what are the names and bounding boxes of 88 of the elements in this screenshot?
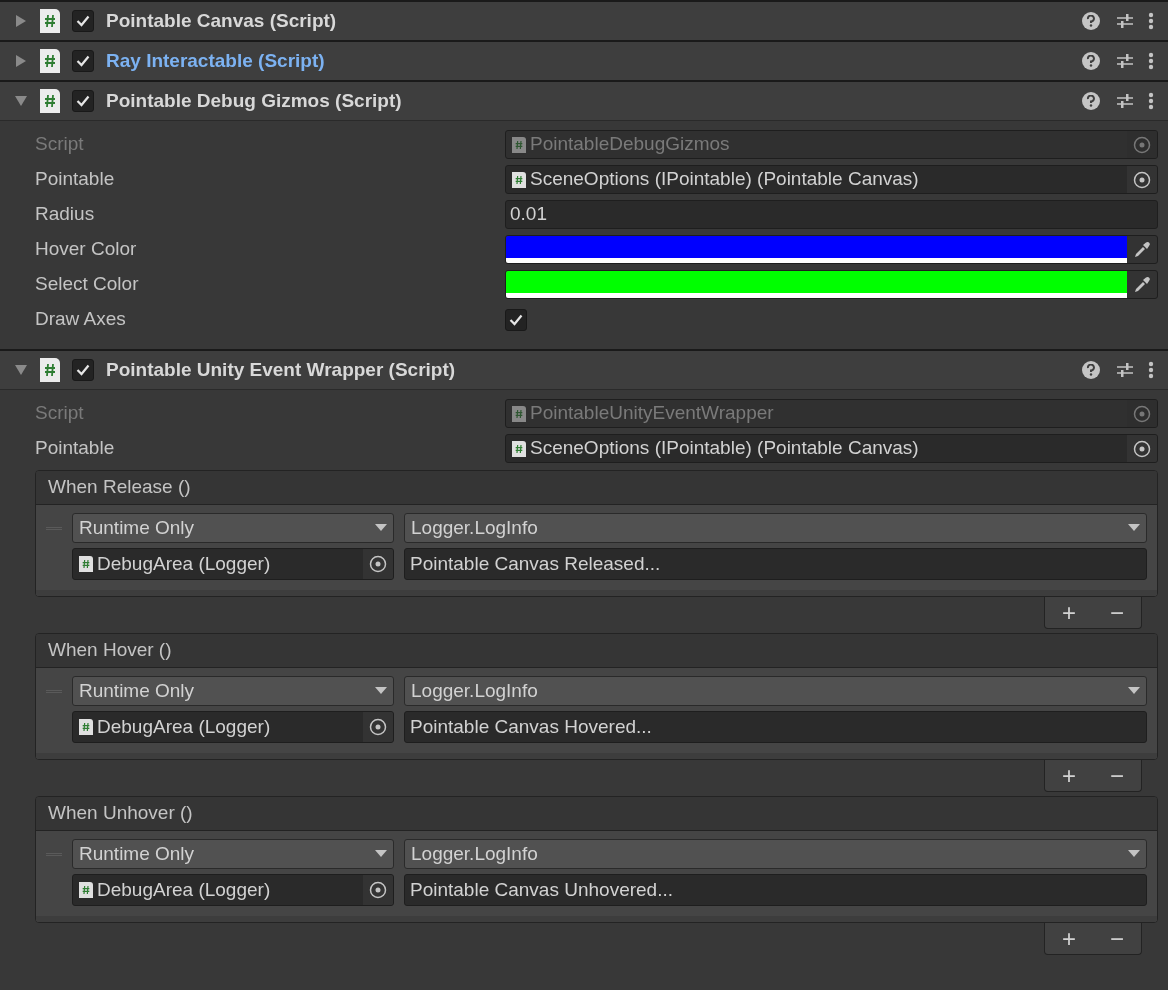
dropdown[interactable]: Runtime Only: [72, 676, 394, 706]
component-title[interactable]: Pointable Debug Gizmos (Script): [106, 86, 402, 116]
checkmark-icon: [76, 364, 90, 376]
caret-icon: [375, 850, 387, 858]
collapse-arrow-icon[interactable]: [12, 363, 30, 377]
object-field[interactable]: DebugArea (Logger): [72, 548, 394, 580]
more-options-icon[interactable]: [1148, 12, 1154, 30]
field-label: Script: [35, 401, 85, 426]
object-field-value: DebugArea (Logger): [97, 877, 272, 902]
component-title[interactable]: Ray Interactable (Script): [106, 46, 325, 76]
script-file-icon: [512, 171, 526, 188]
component-title[interactable]: Pointable Canvas (Script): [106, 6, 337, 36]
script-file-icon: [512, 136, 526, 153]
help-icon[interactable]: [1082, 92, 1100, 110]
presets-sliders-icon[interactable]: [1116, 52, 1134, 70]
caret-icon: [375, 687, 387, 695]
object-field-value: SceneOptions (IPointable) (Pointable Canvas): [530, 436, 920, 461]
script-file-icon: [79, 882, 93, 898]
event-title: When Release (): [36, 471, 1157, 505]
object-field-value: DebugArea (Logger): [97, 551, 272, 576]
object-field-value: PointableUnityEventWrapper: [530, 401, 775, 426]
text-field[interactable]: Pointable Canvas Hovered...: [404, 711, 1147, 743]
caret-icon: [1128, 850, 1140, 858]
checkmark-icon: [509, 313, 523, 326]
field-label: Script: [35, 132, 85, 157]
object-field[interactable]: SceneOptions (IPointable) (Pointable Canvas): [505, 165, 1158, 194]
object-field-value: SceneOptions (IPointable) (Pointable Canvas): [530, 167, 920, 192]
checkmark-icon: [76, 55, 90, 67]
text-field[interactable]: Pointable Canvas Unhovered...: [404, 874, 1147, 906]
script-file-icon: [512, 405, 526, 422]
collapse-arrow-icon[interactable]: [12, 94, 30, 108]
field-label: Select Color: [35, 272, 140, 297]
object-field[interactable]: DebugArea (Logger): [72, 874, 394, 906]
remove-button[interactable]: −: [1104, 926, 1130, 951]
object-picker-icon[interactable]: [1127, 435, 1157, 462]
object-picker-icon[interactable]: [363, 712, 393, 742]
add-button[interactable]: +: [1056, 600, 1082, 625]
script-file-icon: [79, 719, 93, 735]
help-icon[interactable]: [1082, 12, 1100, 30]
remove-button[interactable]: −: [1104, 763, 1130, 788]
caret-icon: [1128, 524, 1140, 532]
event-title: When Hover (): [36, 634, 1157, 668]
object-picker-icon[interactable]: [363, 875, 393, 905]
enable-checkbox[interactable]: [72, 10, 94, 32]
script-file-icon: [40, 358, 60, 382]
field-label: Draw Axes: [35, 307, 127, 332]
more-options-icon[interactable]: [1148, 92, 1154, 110]
checkbox[interactable]: [505, 308, 527, 331]
checkmark-icon: [76, 15, 90, 27]
dropdown[interactable]: Runtime Only: [72, 513, 394, 543]
object-field-value: PointableDebugGizmos: [530, 132, 731, 157]
enable-checkbox[interactable]: [72, 359, 94, 381]
dropdown[interactable]: Runtime Only: [72, 839, 394, 869]
field-label: Radius: [35, 202, 96, 227]
more-options-icon[interactable]: [1148, 361, 1154, 379]
dropdown[interactable]: Logger.LogInfo: [404, 513, 1147, 543]
help-icon[interactable]: [1082, 52, 1100, 70]
presets-sliders-icon[interactable]: [1116, 361, 1134, 379]
field-label: Pointable: [35, 436, 116, 461]
more-options-icon[interactable]: [1148, 52, 1154, 70]
script-file-icon: [512, 440, 526, 457]
field-label: Hover Color: [35, 237, 138, 262]
script-file-icon: [40, 9, 60, 33]
add-button[interactable]: +: [1056, 926, 1082, 951]
object-field[interactable]: DebugArea (Logger): [72, 711, 394, 743]
text-field[interactable]: Pointable Canvas Released...: [404, 548, 1147, 580]
object-field[interactable]: SceneOptions (IPointable) (Pointable Canvas): [505, 434, 1158, 463]
event-title: When Unhover (): [36, 797, 1157, 831]
presets-sliders-icon[interactable]: [1116, 92, 1134, 110]
presets-sliders-icon[interactable]: [1116, 12, 1134, 30]
script-file-icon: [40, 49, 60, 73]
dropdown[interactable]: Logger.LogInfo: [404, 839, 1147, 869]
dropdown[interactable]: Logger.LogInfo: [404, 676, 1147, 706]
script-file-icon: [79, 556, 93, 572]
number-field[interactable]: 0.01: [505, 200, 1158, 229]
enable-checkbox[interactable]: [72, 90, 94, 112]
caret-icon: [375, 524, 387, 532]
help-icon[interactable]: [1082, 361, 1100, 379]
remove-button[interactable]: −: [1104, 600, 1130, 625]
object-picker-icon[interactable]: [1127, 166, 1157, 193]
script-file-icon: [40, 89, 60, 113]
object-picker-icon[interactable]: [363, 549, 393, 579]
checkmark-icon: [76, 95, 90, 107]
field-label: Pointable: [35, 167, 116, 192]
caret-icon: [1128, 687, 1140, 695]
add-button[interactable]: +: [1056, 763, 1082, 788]
object-field-value: DebugArea (Logger): [97, 714, 272, 739]
enable-checkbox[interactable]: [72, 50, 94, 72]
